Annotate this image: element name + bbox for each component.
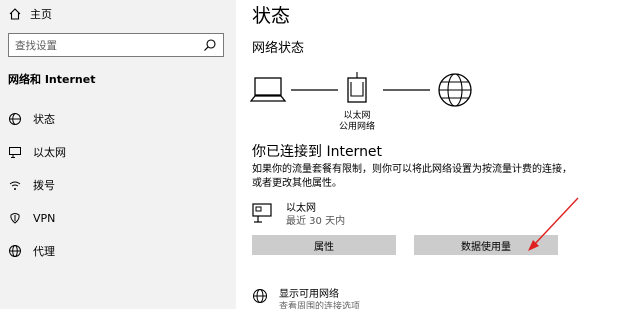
network-status-heading: 网络状态 — [252, 41, 305, 56]
adapter-name: 以太网 — [343, 111, 371, 121]
show-available-networks[interactable]: 显示可用网络 查看周围的连接选项 — [252, 288, 360, 309]
network-profile: 公用网络 — [338, 122, 375, 132]
sidebar-item-label: 状态 — [33, 113, 55, 126]
connection-status-title: 你已连接到 Internet — [252, 144, 383, 160]
search-input[interactable]: 查找设置 — [8, 33, 224, 57]
adapter-usage-period: 最近 30 天内 — [286, 216, 346, 227]
proxy-icon — [8, 244, 22, 258]
computer-icon — [250, 77, 287, 102]
ethernet-icon — [8, 145, 22, 159]
vpn-icon — [8, 211, 22, 225]
network-diagram: 以太网 公用网络 — [250, 72, 510, 136]
sidebar-item-ethernet[interactable]: 以太网 — [8, 142, 66, 162]
sidebar-item-label: 以太网 — [33, 146, 66, 159]
ethernet-adapter-icon — [347, 72, 367, 103]
adapter-entry: 以太网 最近 30 天内 — [252, 203, 345, 227]
internet-globe-icon — [438, 73, 472, 107]
home-label: 主页 — [30, 8, 52, 21]
globe-network-icon — [252, 288, 268, 304]
sidebar-item-label: 拨号 — [33, 179, 55, 192]
sidebar-item-label: 代理 — [33, 245, 55, 258]
available-networks-desc: 查看周围的连接选项 — [279, 302, 361, 309]
page-title: 状态 — [252, 5, 291, 27]
search-placeholder: 查找设置 — [15, 39, 57, 52]
data-usage-button[interactable]: 数据使用量 — [414, 235, 558, 255]
connection-description: 如果你的流量套餐有限制，则你可以将此网络设置为按流量计费的连接，或者更改其他属性… — [252, 164, 572, 189]
main-content: 状态 网络状态 以太网 公用网络 你已连接到 Internet 如果你的流量套餐… — [236, 0, 620, 309]
home-icon — [8, 7, 22, 21]
search-icon[interactable] — [203, 38, 217, 52]
adapter-label: 以太网 公用网络 — [322, 111, 392, 133]
ethernet-icon — [252, 203, 276, 223]
properties-button[interactable]: 属性 — [252, 235, 396, 255]
available-networks-title: 显示可用网络 — [279, 289, 339, 300]
sidebar-item-dialup[interactable]: 拨号 — [8, 175, 55, 195]
adapter-name: 以太网 — [286, 203, 316, 214]
section-title: 网络和 Internet — [8, 73, 96, 86]
sidebar-item-status[interactable]: 状态 — [8, 109, 55, 129]
sidebar-item-label: VPN — [33, 211, 56, 225]
status-icon — [8, 112, 22, 126]
home-nav-item[interactable]: 主页 — [8, 5, 52, 23]
dialup-icon — [8, 178, 22, 192]
sidebar: 主页 查找设置 网络和 Internet 状态 以太网 拨号 VPN 代理 — [0, 0, 236, 309]
sidebar-item-proxy[interactable]: 代理 — [8, 241, 55, 261]
sidebar-item-vpn[interactable]: VPN — [8, 208, 55, 228]
